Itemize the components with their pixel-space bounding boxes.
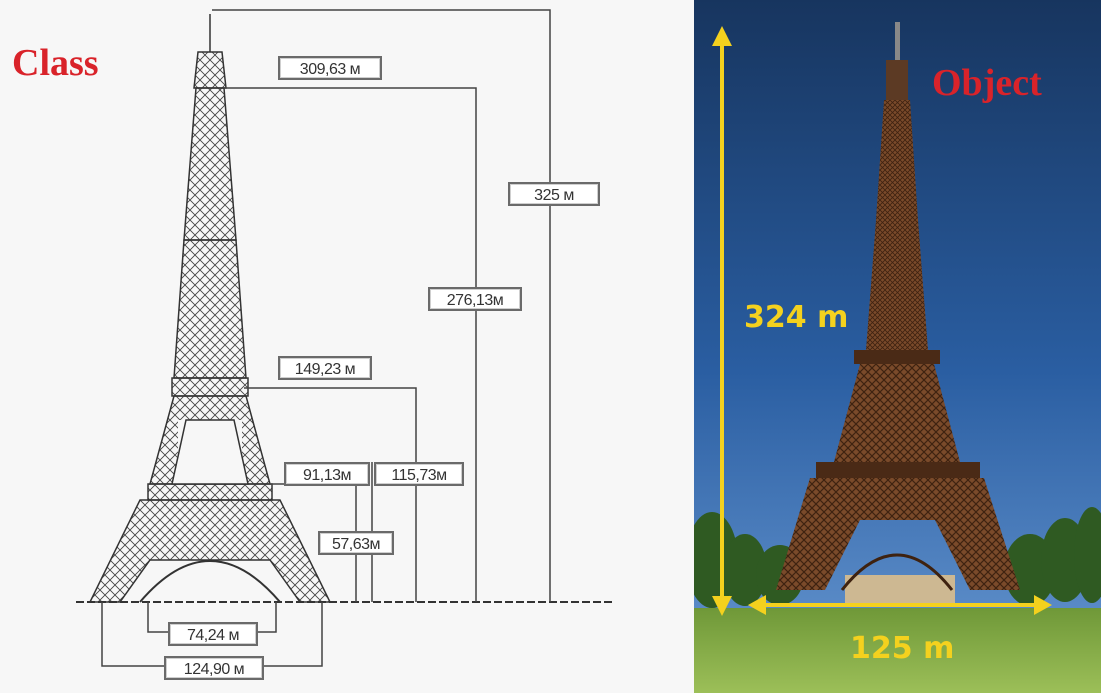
figure: Class Object 309,63 м 325 м 276,13м 149,… [0,0,1101,693]
class-title: Class [12,42,99,84]
dim-label-74: 74,24 м [168,622,258,646]
technical-drawing [0,0,694,693]
dim-label-115: 115,73м [374,462,464,486]
distant-building [845,575,955,603]
dim-label-309: 309,63 м [278,56,382,80]
dim-label-57: 57,63м [318,531,394,555]
height-label: 324 m [744,300,849,335]
width-label: 125 m [850,631,955,666]
dim-label-276: 276,13м [428,287,522,311]
dim-label-124: 124,90 м [164,656,264,680]
dim-label-325: 325 м [508,182,600,206]
dim-label-149: 149,23 м [278,356,372,380]
dim-label-91: 91,13м [284,462,370,486]
object-title: Object [932,62,1042,104]
